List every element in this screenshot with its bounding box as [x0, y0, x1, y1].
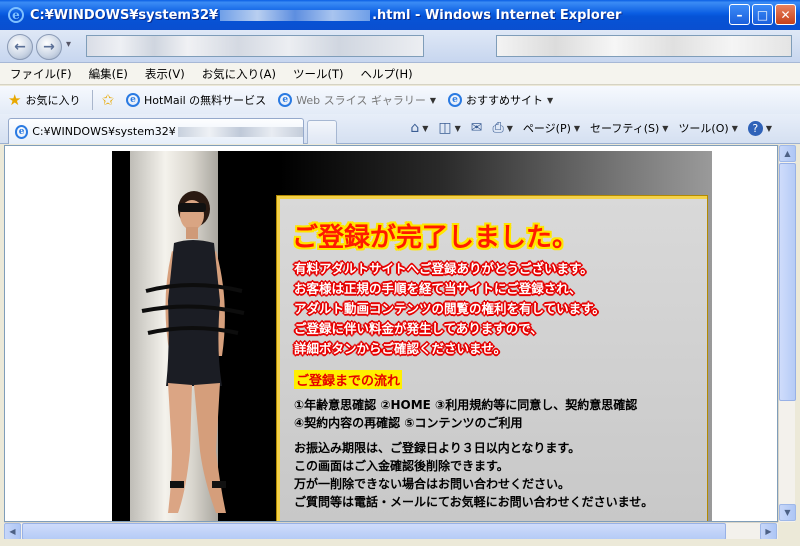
menu-help[interactable]: ヘルプ(H)	[361, 66, 413, 82]
browser-window: e C:¥WINDOWS¥system32¥ .html - Windows In…	[0, 0, 800, 546]
ie-logo-icon: e	[8, 7, 24, 23]
red-line: 詳細ボタンからご確認くださいませ。	[294, 341, 507, 356]
fav-link-label: Web スライス ギャラリー	[296, 94, 426, 107]
red-line: 有料アダルトサイトへご登録ありがとうございます。	[294, 261, 593, 276]
help-icon: ?	[747, 120, 763, 136]
fav-link-web-slice[interactable]: e Web スライス ギャラリー ▼	[278, 92, 436, 108]
home-button[interactable]: ⌂ ▼	[410, 120, 428, 136]
page-menu-label: ページ(P)	[522, 122, 571, 135]
menu-file[interactable]: ファイル(F)	[10, 66, 72, 82]
flow-step-line: ①年齢意思確認 ②HOME ③利用規約等に同意し、契約意思確認	[294, 398, 638, 412]
fav-link-label: おすすめサイト	[466, 94, 543, 107]
menu-favorites[interactable]: お気に入り(A)	[202, 66, 276, 82]
vertical-scrollbar[interactable]: ▲ ▼	[778, 145, 796, 522]
redacted-filename	[220, 9, 371, 21]
new-tab-button[interactable]	[307, 120, 337, 144]
payment-notes: お振込み期限は、ご登録日より３日以内となります。 この画面はご入金確認後削除でき…	[294, 439, 653, 511]
red-message: 有料アダルトサイトへご登録ありがとうございます。 お客様は正規の手順を経て当サイ…	[294, 259, 605, 359]
chevron-down-icon: ▼	[429, 95, 436, 105]
red-line: ご登録に伴い料金が発生してありますので、	[294, 321, 543, 336]
back-arrow-icon: ←	[14, 39, 26, 55]
print-button[interactable]: ⎙ ▼	[493, 120, 513, 136]
registration-panel: ご登録が完了しました。 有料アダルトサイトへご登録ありがとうございます。 お客様…	[277, 196, 707, 521]
page-menu[interactable]: ページ(P) ▼	[523, 120, 580, 136]
minimize-button[interactable]: –	[729, 4, 750, 25]
home-icon: ⌂	[410, 120, 420, 136]
favorites-bar: ★ お気に入り ✩ e HotMail の無料サービス e Web スライス ギ…	[0, 86, 800, 114]
note-line: この画面はご入金確認後削除できます。	[294, 459, 509, 473]
scroll-down-button[interactable]: ▼	[779, 504, 796, 521]
flow-heading: ご登録までの流れ	[294, 370, 403, 389]
window-title-prefix: C:¥WINDOWS¥system32¥	[30, 7, 219, 23]
window-title-suffix: .html - Windows Internet Explorer	[372, 7, 622, 23]
banner-image: ご登録が完了しました。 有料アダルトサイトへご登録ありがとうございます。 お客様…	[112, 151, 712, 521]
scroll-left-button[interactable]: ◀	[4, 523, 21, 540]
tools-menu-label: ツール(O)	[678, 122, 729, 135]
horizontal-scroll-thumb[interactable]	[22, 523, 726, 540]
forward-arrow-icon: →	[43, 39, 55, 55]
favorites-button[interactable]: ★ お気に入り	[8, 91, 80, 109]
ie-page-icon: e	[126, 93, 141, 107]
note-line: 万が一削除できない場合はお問い合わせください。	[294, 477, 571, 491]
scrollbar-corner	[778, 522, 795, 539]
status-bar	[0, 539, 800, 546]
ie-page-icon: e	[448, 93, 462, 107]
window-controls: – □ ✕	[729, 4, 796, 25]
menu-edit[interactable]: 編集(E)	[89, 66, 128, 82]
search-field[interactable]	[496, 35, 792, 57]
close-button[interactable]: ✕	[775, 4, 796, 25]
headline: ご登録が完了しました。	[292, 223, 579, 253]
menu-tools[interactable]: ツール(T)	[293, 66, 344, 82]
recent-pages-dropdown-icon[interactable]: ▾	[66, 39, 71, 50]
mail-icon: ✉	[470, 120, 483, 136]
add-favorite-icon: ✩	[101, 91, 115, 109]
forward-button[interactable]: →	[36, 34, 62, 60]
safety-menu[interactable]: セーフティ(S) ▼	[590, 120, 668, 136]
vertical-scroll-thumb[interactable]	[779, 163, 796, 401]
fav-link-suggested[interactable]: e おすすめサイト ▼	[448, 92, 553, 108]
flow-step-line: ④契約内容の再確認 ⑤コンテンツのご利用	[294, 416, 523, 430]
star-icon: ★	[8, 91, 22, 109]
fav-link-hotmail[interactable]: e HotMail の無料サービス	[126, 92, 266, 108]
menu-view[interactable]: 表示(V)	[145, 66, 185, 82]
tab-title: C:¥WINDOWS¥system32¥	[32, 125, 176, 138]
horizontal-scrollbar[interactable]: ◀ ▶	[4, 522, 778, 540]
maximize-button[interactable]: □	[752, 4, 773, 25]
address-row: ← → ▾	[0, 30, 800, 63]
tab-bar: e C:¥WINDOWS¥system32¥ ⌂ ▼ ◫ ▼ ✉ ⎙ ▼ ページ(P)…	[0, 114, 800, 144]
redacted-filename	[177, 126, 303, 137]
chevron-down-icon: ▼	[547, 95, 554, 105]
window-title: C:¥WINDOWS¥system32¥ .html - Windows Inte…	[30, 8, 621, 23]
print-icon: ⎙	[492, 120, 504, 136]
separator	[92, 90, 94, 110]
scroll-up-button[interactable]: ▲	[779, 145, 796, 162]
fav-link-label: HotMail の無料サービス	[144, 94, 267, 107]
note-line: ご質問等は電話・メールにてお気軽にお問い合わせくださいませ。	[294, 495, 654, 509]
tools-menu[interactable]: ツール(O) ▼	[678, 120, 737, 136]
ie-page-icon: e	[15, 124, 29, 139]
scroll-right-button[interactable]: ▶	[760, 523, 777, 540]
title-bar: e C:¥WINDOWS¥system32¥ .html - Windows In…	[0, 0, 800, 30]
page-viewport: ご登録が完了しました。 有料アダルトサイトへご登録ありがとうございます。 お客様…	[4, 145, 778, 522]
safety-menu-label: セーフティ(S)	[590, 122, 660, 135]
tab-current[interactable]: e C:¥WINDOWS¥system32¥	[8, 118, 304, 144]
red-line: アダルト動画コンテンツの閲覧の権利を有しています。	[294, 301, 605, 316]
favorites-label: お気に入り	[25, 94, 81, 107]
add-favorite-button[interactable]: ✩	[101, 91, 114, 109]
menu-bar: ファイル(F) 編集(E) 表示(V) お気に入り(A) ツール(T) ヘルプ(…	[0, 63, 800, 85]
command-bar: ⌂ ▼ ◫ ▼ ✉ ⎙ ▼ ページ(P) ▼ セーフティ(S) ▼ ツール(O) ▼ ? ▼	[410, 120, 772, 136]
feeds-button[interactable]: ◫ ▼	[438, 120, 460, 136]
feeds-icon: ◫	[438, 120, 452, 136]
ie-page-icon: e	[278, 93, 293, 107]
flow-steps: ①年齢意思確認 ②HOME ③利用規約等に同意し、契約意思確認 ④契約内容の再確…	[294, 396, 637, 432]
red-line: お客様は正規の手順を経て当サイトにご登録され、	[294, 281, 582, 296]
back-button[interactable]: ←	[7, 34, 33, 60]
mail-button[interactable]: ✉	[471, 120, 483, 136]
help-button[interactable]: ? ▼	[747, 120, 772, 136]
model-photo	[141, 191, 245, 513]
address-field[interactable]	[86, 35, 424, 57]
note-line: お振込み期限は、ご登録日より３日以内となります。	[294, 441, 581, 455]
